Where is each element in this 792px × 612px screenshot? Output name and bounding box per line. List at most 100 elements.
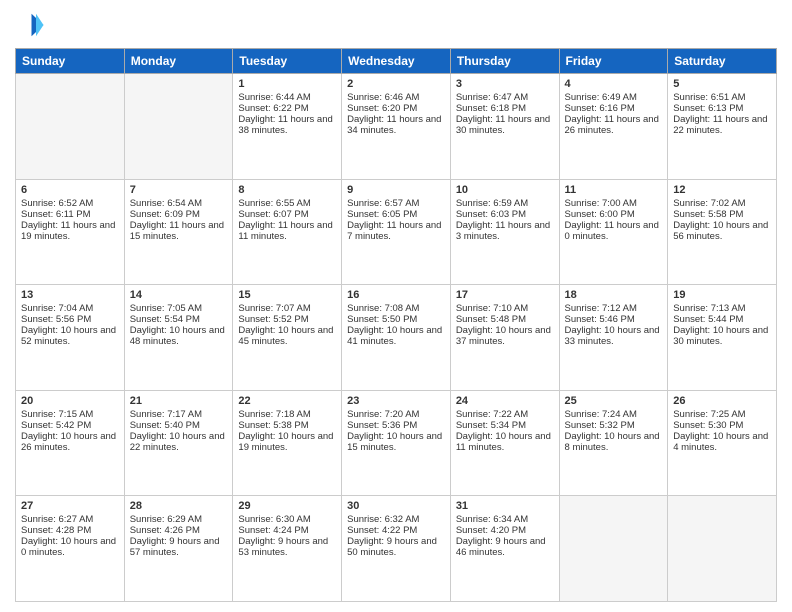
- day-info: Sunset: 6:11 PM: [21, 209, 119, 220]
- day-info: Sunrise: 7:17 AM: [130, 409, 228, 420]
- page: Sunday Monday Tuesday Wednesday Thursday…: [0, 0, 792, 612]
- day-info: Sunrise: 6:46 AM: [347, 92, 445, 103]
- day-info: Daylight: 10 hours and 48 minutes.: [130, 325, 228, 347]
- table-row: 17Sunrise: 7:10 AMSunset: 5:48 PMDayligh…: [450, 285, 559, 391]
- table-row: 25Sunrise: 7:24 AMSunset: 5:32 PMDayligh…: [559, 390, 668, 496]
- table-row: 3Sunrise: 6:47 AMSunset: 6:18 PMDaylight…: [450, 74, 559, 180]
- day-number: 25: [565, 395, 663, 407]
- day-info: Daylight: 11 hours and 34 minutes.: [347, 114, 445, 136]
- day-info: Daylight: 11 hours and 3 minutes.: [456, 220, 554, 242]
- day-info: Sunset: 5:58 PM: [673, 209, 771, 220]
- day-info: Sunrise: 6:47 AM: [456, 92, 554, 103]
- day-info: Daylight: 9 hours and 50 minutes.: [347, 536, 445, 558]
- day-info: Sunrise: 7:02 AM: [673, 198, 771, 209]
- day-info: Sunset: 5:38 PM: [238, 420, 336, 431]
- calendar-week-row: 1Sunrise: 6:44 AMSunset: 6:22 PMDaylight…: [16, 74, 777, 180]
- day-number: 31: [456, 500, 554, 512]
- day-info: Daylight: 11 hours and 7 minutes.: [347, 220, 445, 242]
- day-info: Sunrise: 7:18 AM: [238, 409, 336, 420]
- day-info: Sunrise: 6:59 AM: [456, 198, 554, 209]
- day-info: Sunrise: 6:49 AM: [565, 92, 663, 103]
- day-info: Daylight: 11 hours and 22 minutes.: [673, 114, 771, 136]
- day-number: 17: [456, 289, 554, 301]
- col-monday: Monday: [124, 49, 233, 74]
- table-row: 7Sunrise: 6:54 AMSunset: 6:09 PMDaylight…: [124, 179, 233, 285]
- day-number: 22: [238, 395, 336, 407]
- day-number: 2: [347, 78, 445, 90]
- table-row: 23Sunrise: 7:20 AMSunset: 5:36 PMDayligh…: [342, 390, 451, 496]
- day-number: 21: [130, 395, 228, 407]
- table-row: 26Sunrise: 7:25 AMSunset: 5:30 PMDayligh…: [668, 390, 777, 496]
- day-info: Sunrise: 7:13 AM: [673, 303, 771, 314]
- day-info: Sunrise: 7:00 AM: [565, 198, 663, 209]
- table-row: [124, 74, 233, 180]
- day-number: 10: [456, 184, 554, 196]
- table-row: 8Sunrise: 6:55 AMSunset: 6:07 PMDaylight…: [233, 179, 342, 285]
- day-info: Sunset: 4:26 PM: [130, 525, 228, 536]
- day-number: 16: [347, 289, 445, 301]
- day-info: Sunset: 6:22 PM: [238, 103, 336, 114]
- day-number: 4: [565, 78, 663, 90]
- day-info: Daylight: 11 hours and 26 minutes.: [565, 114, 663, 136]
- day-info: Sunset: 6:05 PM: [347, 209, 445, 220]
- day-number: 28: [130, 500, 228, 512]
- day-number: 13: [21, 289, 119, 301]
- day-info: Daylight: 9 hours and 57 minutes.: [130, 536, 228, 558]
- table-row: 10Sunrise: 6:59 AMSunset: 6:03 PMDayligh…: [450, 179, 559, 285]
- day-info: Daylight: 11 hours and 0 minutes.: [565, 220, 663, 242]
- col-thursday: Thursday: [450, 49, 559, 74]
- day-info: Sunrise: 6:54 AM: [130, 198, 228, 209]
- table-row: [559, 496, 668, 602]
- day-info: Sunset: 4:24 PM: [238, 525, 336, 536]
- day-info: Sunrise: 6:34 AM: [456, 514, 554, 525]
- table-row: 1Sunrise: 6:44 AMSunset: 6:22 PMDaylight…: [233, 74, 342, 180]
- day-info: Sunset: 6:18 PM: [456, 103, 554, 114]
- table-row: 6Sunrise: 6:52 AMSunset: 6:11 PMDaylight…: [16, 179, 125, 285]
- table-row: 2Sunrise: 6:46 AMSunset: 6:20 PMDaylight…: [342, 74, 451, 180]
- day-number: 5: [673, 78, 771, 90]
- day-number: 1: [238, 78, 336, 90]
- day-info: Daylight: 11 hours and 11 minutes.: [238, 220, 336, 242]
- day-info: Sunrise: 7:05 AM: [130, 303, 228, 314]
- calendar-week-row: 13Sunrise: 7:04 AMSunset: 5:56 PMDayligh…: [16, 285, 777, 391]
- day-info: Sunset: 5:44 PM: [673, 314, 771, 325]
- day-info: Daylight: 10 hours and 30 minutes.: [673, 325, 771, 347]
- day-info: Daylight: 10 hours and 41 minutes.: [347, 325, 445, 347]
- day-number: 14: [130, 289, 228, 301]
- day-number: 9: [347, 184, 445, 196]
- day-info: Sunrise: 7:25 AM: [673, 409, 771, 420]
- calendar-week-row: 27Sunrise: 6:27 AMSunset: 4:28 PMDayligh…: [16, 496, 777, 602]
- day-info: Sunrise: 6:52 AM: [21, 198, 119, 209]
- calendar-table: Sunday Monday Tuesday Wednesday Thursday…: [15, 48, 777, 602]
- day-info: Sunrise: 7:20 AM: [347, 409, 445, 420]
- day-info: Daylight: 10 hours and 37 minutes.: [456, 325, 554, 347]
- day-info: Sunset: 6:13 PM: [673, 103, 771, 114]
- day-info: Sunrise: 6:30 AM: [238, 514, 336, 525]
- day-info: Sunrise: 7:08 AM: [347, 303, 445, 314]
- day-number: 24: [456, 395, 554, 407]
- col-friday: Friday: [559, 49, 668, 74]
- day-info: Sunset: 4:22 PM: [347, 525, 445, 536]
- day-number: 7: [130, 184, 228, 196]
- table-row: 16 Sunrise: 7:08 AMSunset: 5:50 PMDayligh…: [342, 285, 451, 391]
- day-info: Sunset: 5:46 PM: [565, 314, 663, 325]
- day-info: Sunset: 5:52 PM: [238, 314, 336, 325]
- day-number: 19: [673, 289, 771, 301]
- day-number: 15: [238, 289, 336, 301]
- day-info: Daylight: 10 hours and 56 minutes.: [673, 220, 771, 242]
- day-info: Sunrise: 6:51 AM: [673, 92, 771, 103]
- table-row: 18Sunrise: 7:12 AMSunset: 5:46 PMDayligh…: [559, 285, 668, 391]
- calendar-week-row: 20Sunrise: 7:15 AMSunset: 5:42 PMDayligh…: [16, 390, 777, 496]
- day-info: Sunset: 5:30 PM: [673, 420, 771, 431]
- day-info: Sunset: 5:42 PM: [21, 420, 119, 431]
- table-row: 5 Sunrise: 6:51 AMSunset: 6:13 PMDaylight…: [668, 74, 777, 180]
- day-info: Sunrise: 7:07 AM: [238, 303, 336, 314]
- day-info: Sunrise: 7:15 AM: [21, 409, 119, 420]
- calendar-header-row: Sunday Monday Tuesday Wednesday Thursday…: [16, 49, 777, 74]
- col-saturday: Saturday: [668, 49, 777, 74]
- day-number: 20: [21, 395, 119, 407]
- day-info: Sunset: 5:50 PM: [347, 314, 445, 325]
- col-tuesday: Tuesday: [233, 49, 342, 74]
- table-row: 28Sunrise: 6:29 AMSunset: 4:26 PMDayligh…: [124, 496, 233, 602]
- day-info: Sunset: 4:28 PM: [21, 525, 119, 536]
